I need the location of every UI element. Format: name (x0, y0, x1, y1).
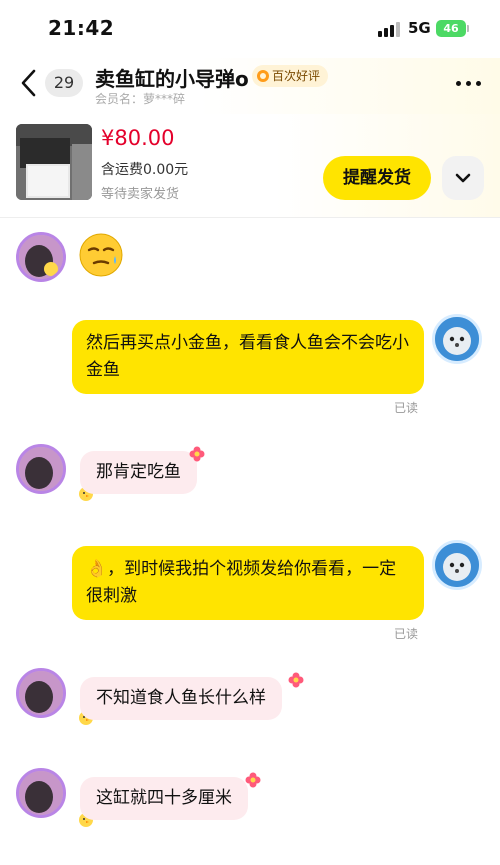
seller-avatar[interactable] (16, 668, 66, 718)
medal-icon (257, 70, 269, 82)
message-bubble[interactable]: 👌，到时候我拍个视频发给你看看，一定很刺激 (72, 546, 424, 620)
message-bubble[interactable]: 这缸就四十多厘米 (80, 777, 248, 820)
battery-icon: 46 (436, 20, 466, 37)
shipping-fee: 含运费0.00元 (101, 162, 189, 178)
fish-tank-image (16, 124, 92, 200)
battery-tip (467, 25, 469, 32)
flower-sticker-icon (288, 672, 304, 688)
product-thumbnail[interactable] (16, 124, 92, 200)
order-price: ¥80.00 (101, 126, 175, 150)
flower-sticker-icon (245, 772, 261, 788)
unamused-face-emoji (79, 233, 123, 277)
more-options-button[interactable] (454, 68, 484, 98)
read-status: 已读 (394, 401, 419, 415)
unread-count-badge[interactable]: 29 (45, 69, 83, 97)
flower-sticker-icon (189, 446, 205, 462)
my-avatar[interactable] (432, 314, 482, 364)
back-button[interactable] (16, 66, 42, 100)
message-bubble[interactable]: 不知道食人鱼长什么样 (80, 677, 282, 720)
chevron-down-icon (455, 173, 471, 183)
chevron-left-icon (21, 69, 36, 97)
member-name: 会员名：萝***碎 (95, 92, 186, 106)
order-status: 等待卖家发货 (101, 187, 180, 202)
seller-avatar[interactable] (16, 768, 66, 818)
seller-name[interactable]: 卖鱼缸的小导弹o (95, 63, 249, 92)
status-time: 21:42 (48, 16, 115, 40)
status-bar: 21:42 5G 46 (0, 0, 500, 58)
seller-avatar[interactable] (16, 444, 66, 494)
message-bubble[interactable]: 那肯定吃鱼 (80, 451, 197, 494)
order-card[interactable]: ¥80.00 含运费0.00元 等待卖家发货 提醒发货 (0, 114, 500, 218)
network-label: 5G (408, 19, 431, 37)
read-status: 已读 (394, 627, 419, 641)
my-avatar[interactable] (432, 540, 482, 590)
message-bubble[interactable]: 然后再买点小金鱼，看看食人鱼会不会吃小金鱼 (72, 320, 424, 394)
expand-order-button[interactable] (442, 156, 484, 200)
seller-avatar[interactable] (16, 232, 66, 282)
signal-icon (378, 21, 400, 37)
remind-ship-button[interactable]: 提醒发货 (323, 156, 431, 200)
rating-badge[interactable]: 百次好评 (252, 65, 329, 87)
chat-header: 29 卖鱼缸的小导弹o 百次好评 会员名：萝***碎 (0, 58, 500, 114)
rating-badge-label: 百次好评 (272, 69, 321, 83)
